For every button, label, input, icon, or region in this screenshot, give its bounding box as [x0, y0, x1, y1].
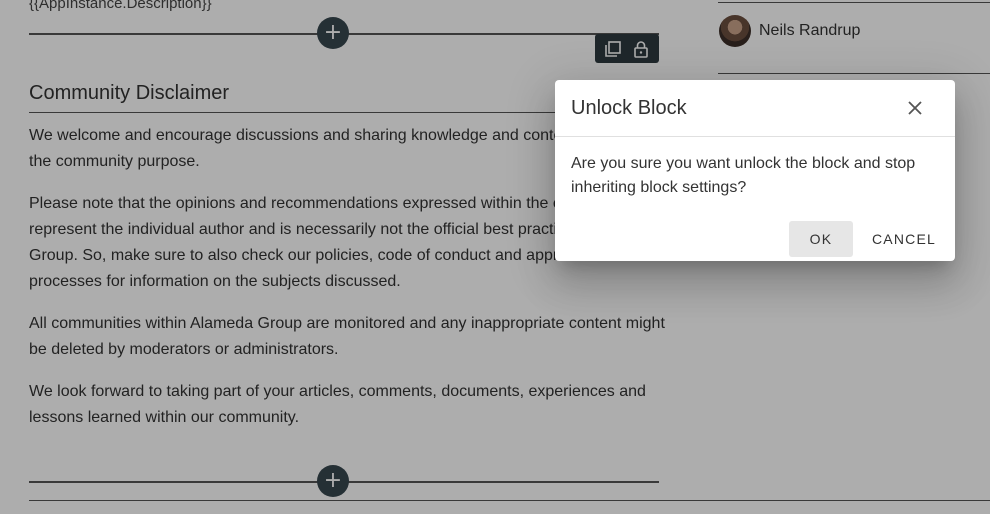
cancel-button[interactable]: CANCEL	[865, 221, 943, 257]
ok-button[interactable]: OK	[789, 221, 853, 257]
dialog-message: Are you sure you want unlock the block a…	[571, 155, 916, 196]
unlock-block-dialog: Unlock Block Are you sure you want unloc…	[555, 80, 955, 261]
dialog-separator	[555, 136, 955, 137]
close-icon[interactable]	[903, 96, 927, 120]
dialog-title: Unlock Block	[571, 97, 687, 119]
